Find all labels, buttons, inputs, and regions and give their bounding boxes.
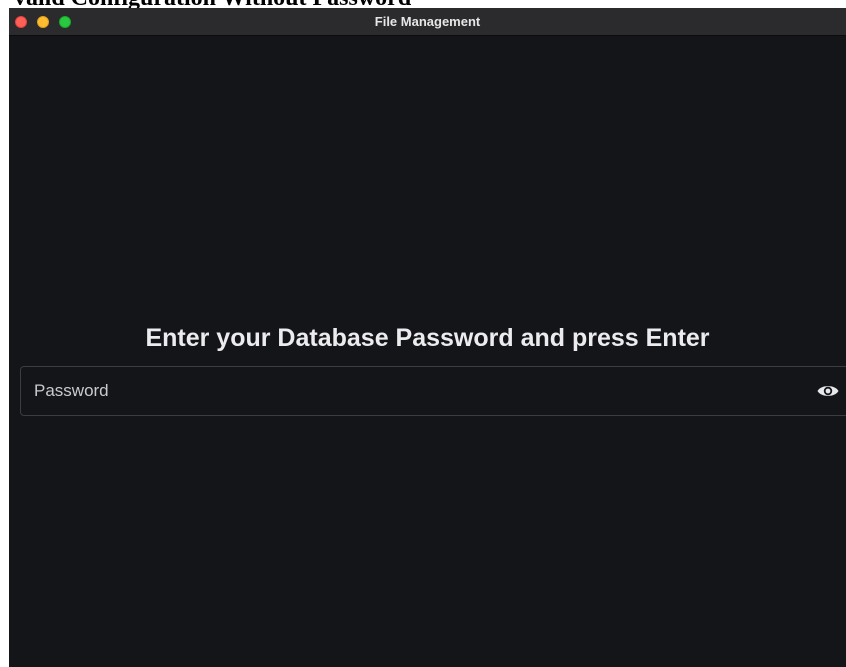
password-prompt-heading: Enter your Database Password and press E… <box>145 324 710 352</box>
password-field[interactable] <box>20 366 846 416</box>
app-window: File Management Enter your Database Pass… <box>9 8 846 667</box>
window-title: File Management <box>374 14 481 29</box>
password-input[interactable] <box>21 367 811 415</box>
eye-icon[interactable] <box>816 380 840 402</box>
main-content: Enter your Database Password and press E… <box>9 36 846 667</box>
page: valid Configuration Without Password Fil… <box>0 0 846 667</box>
title-bar[interactable]: File Management <box>9 8 846 36</box>
